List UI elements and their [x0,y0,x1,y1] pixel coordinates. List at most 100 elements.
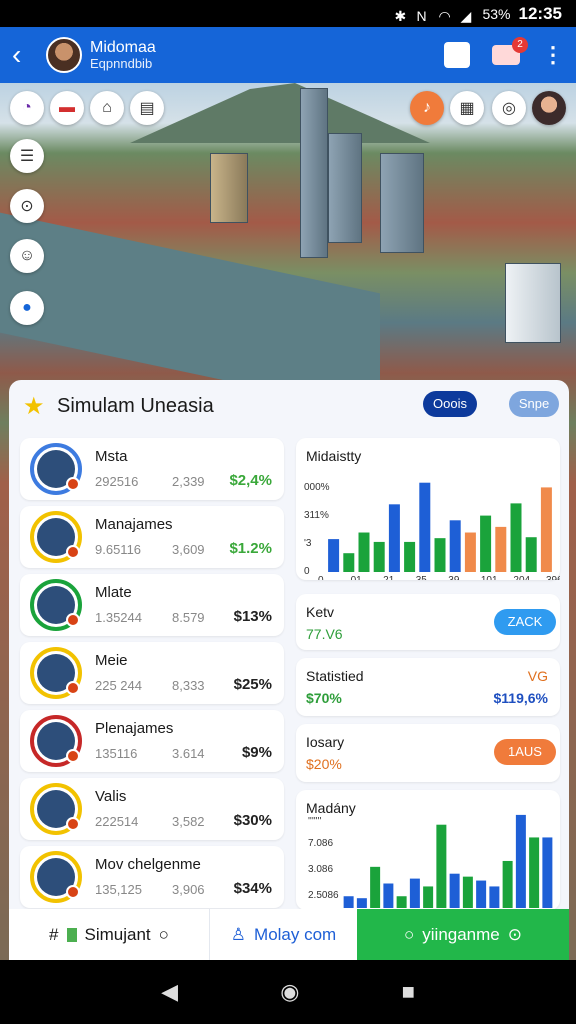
iosary-title: Iosary [306,734,345,750]
item-name: Mov chelgenme [95,856,201,873]
kety-title: Ketv [306,604,335,620]
pill-primary[interactable]: Ooois [423,391,477,417]
item-count: 3,609 [172,542,205,557]
list-item[interactable]: Plenajames 135116 3.614 $9% [20,710,284,772]
item-name: Valis [95,788,127,805]
cart-icon[interactable]: ⌂ [90,91,124,125]
bottom-tab-bar: # Simujant ○ ♙ Molay com ○ yiinganme ⊙ [9,909,569,960]
chart-bar [449,873,460,908]
book-icon[interactable] [444,42,470,68]
x-tick-label: 01 [351,575,363,580]
tab-yiinganme[interactable]: ○ yiinganme ⊙ [357,909,569,960]
aus-button[interactable]: 1AUS [494,739,556,765]
tab-molay[interactable]: ♙ Molay com [209,909,357,960]
stats-title: Statistied [306,668,364,684]
back-triangle-icon[interactable]: ◀ [161,979,178,1005]
settings-face-icon[interactable]: ☺ [10,239,44,273]
list-item[interactable]: Manajames 9.65116 3,609 $1.2% [20,506,284,568]
nfc-icon: N [416,7,427,24]
tower [505,263,561,343]
location-icon[interactable]: ● [10,291,44,325]
app-bar: ‹ Midomaa Eqpnndbib 2 ⋮ [0,27,576,83]
y-tick-label: ''''''' [308,816,321,827]
avatar[interactable] [46,37,82,73]
avatar [30,851,82,903]
camera-icon[interactable]: ◎ [492,91,526,125]
x-tick-label: 204 [513,575,530,580]
status-dot-icon [66,885,80,899]
user-icon: ♙ [230,924,247,944]
chart-bar [343,553,355,572]
home-circle-icon[interactable]: ◉ [280,979,299,1005]
list-item[interactable]: Msta 292516 2,339 $2,4% [20,438,284,500]
list-item[interactable]: Mlate 1.35244 8.579 $13% [20,574,284,636]
tab-label: yiinganme [422,924,500,944]
avatar [30,443,82,495]
stats-card[interactable]: Statistied VG $70% $119,6% [296,658,560,716]
inbox-icon[interactable]: 2 [492,37,528,65]
iosary-value: $20% [306,756,342,772]
chart-bar [480,515,492,572]
stats-tag: VG [527,668,548,684]
chart-bar [464,532,476,572]
header-actions: 2 ⋮ [444,37,564,68]
avatar [30,647,82,699]
item-number: 222514 [95,814,139,829]
more-menu-icon[interactable]: ⋮ [542,42,564,68]
document-icon[interactable]: ▦ [450,91,484,125]
battery-tag-icon [66,927,77,942]
chart-bar [356,898,367,908]
y-tick-label: 3.086 [308,864,333,875]
chart-bar [529,837,540,908]
item-name: Mlate [95,584,132,601]
item-number: 135,125 [95,882,142,897]
tab-label: Molay com [254,924,337,944]
flag-icon[interactable]: ▬ [50,91,84,125]
back-arrow-icon[interactable]: ‹ [12,41,40,69]
compass-icon[interactable]: ◔ [10,91,44,125]
chart-bar [525,537,537,572]
list-item[interactable]: Valis 222514 3,582 $30% [20,778,284,840]
chart-bar [515,814,526,908]
list-item[interactable]: Meie 225 244 8,333 $25% [20,642,284,704]
list-icon[interactable]: ☰ [10,139,44,173]
item-name: Msta [95,448,128,465]
chart-bar [542,837,553,908]
stats-value-left: $70% [306,690,342,706]
x-tick-label: 0 [318,575,324,580]
clipboard-icon[interactable]: ▤ [130,91,164,125]
music-icon[interactable]: ♪ [410,91,444,125]
item-value: $30% [233,812,272,829]
circle-icon: ○ [158,924,169,944]
profile-avatar[interactable] [532,91,566,125]
list-item[interactable]: Mov chelgenme 135,125 3,906 $34% [20,846,284,908]
pill-secondary[interactable]: Snpe [509,391,559,417]
system-nav-bar: ◀ ◉ ■ [0,960,576,1024]
stats-value-right: $119,6% [493,690,549,706]
status-dot-icon [66,817,80,831]
chart-bar [495,526,507,572]
item-count: 8.579 [172,610,205,625]
notification-badge: 2 [512,37,528,53]
chart-bar [419,482,431,572]
bar-chart: ''''''' 7.086 3.086 2.5086 [308,814,553,908]
x-tick-label: 21 [383,575,395,580]
bottom-sheet: ★ Simulam Uneasia Ooois Snpe Msta 292516 2… [9,380,569,960]
chart-bar [409,878,420,908]
clock: 12:35 [518,3,562,23]
zack-button[interactable]: ZACK [494,609,556,635]
iosary-card[interactable]: Iosary $20% 1AUS [296,724,560,782]
recents-square-icon[interactable]: ■ [402,979,415,1005]
y-tick-label: 000% [304,482,330,493]
y-tick-label: 0 [304,566,310,577]
mountain-backdrop [130,83,430,143]
chart-bar [423,886,434,908]
item-count: 8,333 [172,678,205,693]
tab-simujant[interactable]: # Simujant ○ [9,909,209,960]
chart-card[interactable]: Midaistty 000%311%'30001213539101204396 [296,438,560,580]
y-tick-label: 7.086 [308,838,333,849]
kety-card[interactable]: Ketv 77.V6 ZACK [296,594,560,650]
chart-bar [434,538,446,572]
search-user-icon[interactable]: ⊙ [10,189,44,223]
chart-card[interactable]: Madány ''''''' 7.086 3.086 2.5086 [296,790,560,910]
